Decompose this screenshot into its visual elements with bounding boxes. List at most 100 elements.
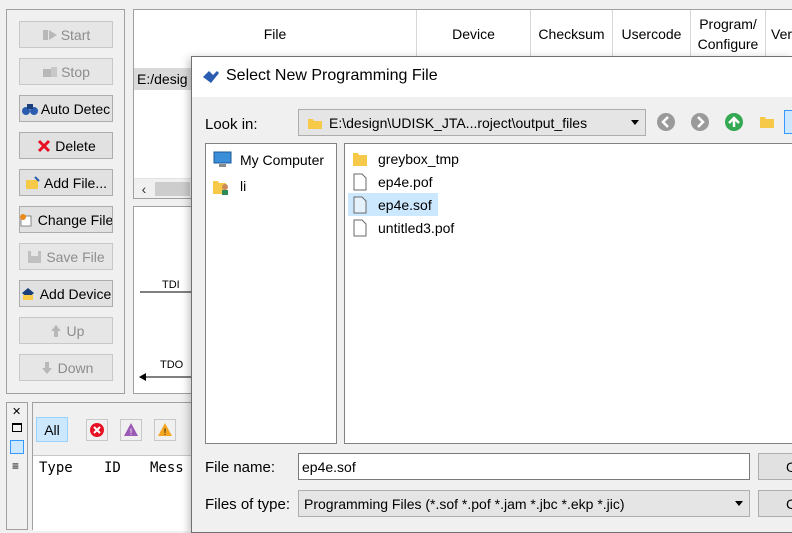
- column-header-usercode[interactable]: Usercode: [613, 10, 691, 58]
- auto-detect-label: Auto Detec: [40, 100, 111, 117]
- add-file-button[interactable]: Add File...: [19, 169, 113, 196]
- up-button[interactable]: Up: [19, 317, 113, 344]
- scrollbar-thumb[interactable]: [155, 182, 190, 196]
- look-in-path: E:\design\UDISK_JTA...roject\output_file…: [329, 114, 588, 131]
- file-name-label: File name:: [205, 459, 276, 476]
- delete-label: Delete: [55, 137, 96, 154]
- place-user-label: li: [240, 178, 247, 194]
- file-name-field[interactable]: [298, 453, 750, 480]
- up-arrow-icon: [48, 324, 64, 338]
- filter-all-button[interactable]: All: [36, 417, 68, 442]
- file-name: greybox_tmp: [378, 150, 459, 167]
- down-button[interactable]: Down: [19, 354, 113, 381]
- change-file-button[interactable]: Change File: [19, 206, 113, 233]
- save-icon: [27, 250, 43, 264]
- column-checksum-label: Checksum: [538, 26, 605, 42]
- list-view-icon[interactable]: [784, 110, 792, 134]
- list-item[interactable]: untitled3.pof: [348, 216, 460, 239]
- forward-icon[interactable]: [688, 110, 712, 134]
- file-icon: [353, 196, 367, 213]
- column-header-device[interactable]: Device: [417, 10, 531, 58]
- place-my-computer-label: My Computer: [240, 152, 325, 168]
- file-icon: [353, 173, 367, 190]
- save-file-label: Save File: [46, 248, 105, 265]
- file-name: ep4e.sof: [378, 196, 432, 213]
- user-folder-icon: [213, 181, 228, 195]
- delete-button[interactable]: Delete: [19, 132, 113, 159]
- column-header-program-configure[interactable]: Program/ Configure: [691, 10, 766, 58]
- column-usercode-label: Usercode: [621, 26, 682, 42]
- svg-text:!: !: [164, 427, 167, 437]
- files-of-type-dropdown[interactable]: Programming Files (*.sof *.pof *.jam *.j…: [298, 490, 750, 517]
- stop-label: Stop: [61, 63, 90, 80]
- column-verify-label: Ver: [771, 26, 792, 42]
- column-header-checksum[interactable]: Checksum: [531, 10, 613, 58]
- start-icon: [42, 28, 58, 42]
- add-file-label: Add File...: [43, 174, 108, 191]
- open-button-label: O: [786, 459, 792, 475]
- look-in-dropdown[interactable]: E:\design\UDISK_JTA...roject\output_file…: [298, 109, 646, 136]
- stop-button[interactable]: Stop: [19, 58, 113, 85]
- messages-panel: All ! ! Type ID Mess: [32, 402, 193, 531]
- column-header-file[interactable]: File: [134, 10, 417, 58]
- programmer-toolbar: Start Stop Auto Detec Delete Add File...…: [6, 9, 125, 394]
- horizontal-scrollbar[interactable]: ‹: [134, 178, 194, 198]
- message-column-message[interactable]: Mess: [150, 460, 184, 476]
- look-in-label: Look in:: [205, 116, 258, 133]
- row-file-path: E:/desig: [137, 71, 188, 87]
- up-folder-icon[interactable]: [722, 110, 746, 134]
- list-item[interactable]: greybox_tmp: [348, 147, 465, 170]
- auto-detect-button[interactable]: Auto Detec: [19, 95, 113, 122]
- computer-icon: [213, 151, 232, 167]
- binoculars-icon: [21, 102, 38, 116]
- change-file-icon: [20, 213, 35, 227]
- file-list: greybox_tmp ep4e.pof ep4e.sof untitled3.…: [344, 143, 792, 444]
- files-of-type-label: Files of type:: [205, 496, 291, 513]
- close-icon[interactable]: ✕: [12, 405, 21, 418]
- list-item[interactable]: ep4e.pof: [348, 170, 439, 193]
- select-programming-file-dialog: Select New Programming File Look in: E:\…: [191, 56, 792, 533]
- menu-icon[interactable]: ≡: [12, 459, 19, 473]
- open-button[interactable]: O: [758, 453, 792, 480]
- save-file-button[interactable]: Save File: [19, 243, 113, 270]
- folder-icon: [308, 118, 322, 129]
- message-column-type[interactable]: Type: [39, 460, 73, 476]
- down-arrow-icon: [39, 361, 55, 375]
- tdi-label: TDI: [162, 279, 180, 291]
- add-device-button[interactable]: Add Device: [19, 280, 113, 307]
- column-header-verify[interactable]: Ver: [766, 10, 792, 58]
- file-name: untitled3.pof: [378, 219, 455, 236]
- place-my-computer[interactable]: My Computer: [212, 149, 324, 171]
- app-logo-icon: [201, 67, 221, 90]
- chevron-down-icon: [631, 120, 639, 125]
- svg-text:!: !: [130, 427, 133, 437]
- files-of-type-value: Programming Files (*.sof *.pof *.jam *.j…: [304, 495, 625, 512]
- start-label: Start: [60, 26, 91, 43]
- list-item-selected[interactable]: ep4e.sof: [348, 193, 438, 216]
- float-icon[interactable]: [12, 423, 22, 432]
- add-device-label: Add Device: [39, 285, 112, 302]
- message-list: Type ID Mess: [33, 455, 193, 531]
- critical-warning-filter-icon[interactable]: !: [120, 419, 142, 441]
- places-sidebar: My Computer li: [205, 143, 337, 444]
- error-filter-icon[interactable]: [86, 419, 108, 441]
- file-name: ep4e.pof: [378, 173, 433, 190]
- cancel-button[interactable]: Ca: [758, 490, 792, 517]
- stop-icon: [42, 65, 58, 79]
- scroll-left-icon[interactable]: ‹: [134, 179, 154, 199]
- warning-filter-icon[interactable]: !: [154, 419, 176, 441]
- place-user-li[interactable]: li: [212, 175, 246, 197]
- change-file-label: Change File: [37, 211, 113, 228]
- pin-icon[interactable]: [10, 440, 24, 454]
- filter-all-label: All: [44, 421, 60, 438]
- back-icon[interactable]: [654, 110, 678, 134]
- chevron-down-icon: [735, 501, 743, 506]
- message-column-id[interactable]: ID: [104, 460, 121, 476]
- dialog-title: Select New Programming File: [226, 67, 438, 84]
- cancel-button-label: Ca: [786, 496, 792, 512]
- new-folder-icon[interactable]: [755, 110, 779, 134]
- table-row-file[interactable]: E:/desig: [134, 68, 194, 90]
- dialog-title-bar[interactable]: Select New Programming File: [192, 57, 792, 97]
- up-label: Up: [66, 322, 85, 339]
- start-button[interactable]: Start: [19, 21, 113, 48]
